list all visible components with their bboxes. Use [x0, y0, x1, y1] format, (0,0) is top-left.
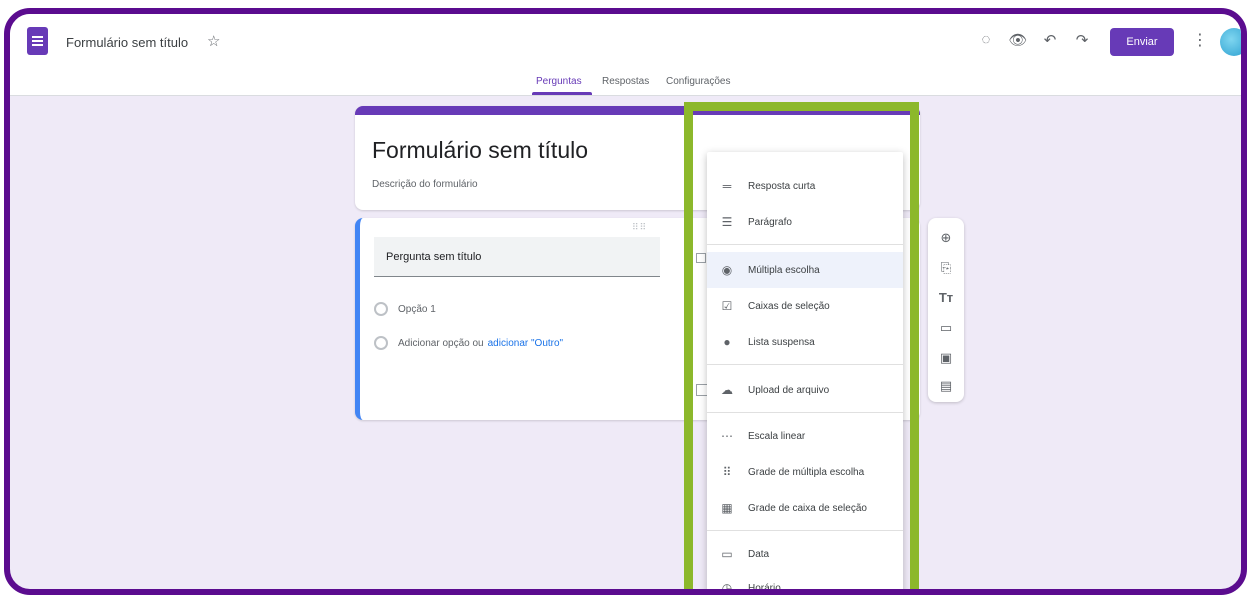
checkbox-grid-icon: ▦: [721, 501, 733, 515]
calendar-icon: ▭: [721, 547, 733, 561]
question-type-menu: ═ Resposta curta ☰ Parágrafo ◉ Múltipla …: [707, 152, 903, 595]
menu-item-data[interactable]: ▭ Data: [707, 536, 903, 572]
cloud-upload-icon: ☁: [721, 383, 733, 397]
redo-icon[interactable]: ↷: [1072, 31, 1092, 49]
menu-item-label: Horário: [748, 582, 781, 594]
menu-item-lista-suspensa[interactable]: ● Lista suspensa: [707, 324, 903, 360]
menu-divider: [707, 364, 903, 365]
menu-item-grade-multipla-escolha[interactable]: ⠿ Grade de múltipla escolha: [707, 454, 903, 490]
menu-item-label: Data: [748, 548, 770, 560]
top-bar: Formulário sem título ☆ ◌ 👁 ↶ ↷ Enviar ⋮…: [10, 14, 1241, 96]
menu-divider: [707, 244, 903, 245]
grid-icon: ⠿: [722, 465, 732, 479]
menu-divider: [707, 530, 903, 531]
menu-item-upload-de-arquivo[interactable]: ☁ Upload de arquivo: [707, 372, 903, 408]
menu-item-resposta-curta[interactable]: ═ Resposta curta: [707, 168, 903, 204]
add-title-icon[interactable]: Tт: [928, 290, 964, 305]
add-image-icon[interactable]: ▭: [928, 320, 964, 336]
radio-icon: [374, 302, 388, 316]
linear-scale-icon: ⋯: [721, 429, 733, 443]
tab-bar: Perguntas Respostas Configurações: [10, 76, 1241, 96]
avatar[interactable]: [1220, 28, 1241, 56]
forms-logo-icon[interactable]: [27, 27, 48, 55]
menu-item-label: Lista suspensa: [748, 336, 815, 348]
add-video-icon[interactable]: ▣: [928, 350, 964, 366]
add-option-row: Adicionar opção ou adicionar "Outro": [374, 336, 563, 350]
menu-item-multipla-escolha[interactable]: ◉ Múltipla escolha: [707, 252, 903, 288]
add-section-icon[interactable]: ▤: [928, 378, 964, 394]
menu-item-grade-caixa-selecao[interactable]: ▦ Grade de caixa de seleção: [707, 490, 903, 526]
import-questions-icon[interactable]: ⎘: [928, 260, 964, 276]
add-other-link[interactable]: adicionar "Outro": [488, 338, 563, 349]
star-outline-icon[interactable]: ☆: [207, 32, 220, 50]
form-description[interactable]: Descrição do formulário: [372, 179, 478, 190]
question-image-icon[interactable]: [696, 253, 706, 263]
menu-item-label: Múltipla escolha: [748, 264, 820, 276]
option-label[interactable]: Opção 1: [398, 304, 436, 315]
menu-item-label: Caixas de seleção: [748, 300, 830, 312]
clock-icon: ◷: [721, 581, 733, 595]
preview-eye-icon[interactable]: 👁: [1008, 31, 1028, 49]
form-title[interactable]: Formulário sem título: [372, 137, 588, 164]
document-title[interactable]: Formulário sem título: [66, 35, 188, 50]
drag-handle-icon[interactable]: ⠿⠿: [632, 222, 647, 233]
side-toolbar: ⊕ ⎘ Tт ▭ ▣ ▤: [928, 218, 964, 402]
menu-item-horario[interactable]: ◷ Horário: [707, 570, 903, 595]
dropdown-icon: ●: [723, 335, 731, 349]
undo-icon[interactable]: ↶: [1040, 31, 1060, 49]
menu-item-escala-linear[interactable]: ⋯ Escala linear: [707, 418, 903, 454]
tab-configuracoes[interactable]: Configurações: [666, 76, 730, 87]
menu-item-label: Parágrafo: [748, 216, 792, 228]
send-button[interactable]: Enviar: [1110, 28, 1174, 56]
menu-item-paragrafo[interactable]: ☰ Parágrafo: [707, 204, 903, 240]
radio-button-icon: ◉: [721, 263, 733, 277]
active-tab-indicator: [532, 92, 592, 95]
paragraph-icon: ☰: [721, 215, 733, 229]
checkbox-icon: ☑: [721, 299, 733, 313]
short-text-icon: ═: [722, 179, 732, 193]
menu-item-label: Escala linear: [748, 430, 806, 442]
menu-item-label: Grade de caixa de seleção: [748, 502, 867, 514]
more-vert-icon[interactable]: ⋮: [1192, 30, 1208, 50]
menu-item-caixas-de-selecao[interactable]: ☑ Caixas de seleção: [707, 288, 903, 324]
question-title-input[interactable]: Pergunta sem título: [374, 237, 660, 277]
palette-icon[interactable]: ◌: [976, 31, 996, 48]
tab-respostas[interactable]: Respostas: [602, 76, 649, 87]
menu-item-label: Resposta curta: [748, 180, 816, 192]
menu-item-label: Grade de múltipla escolha: [748, 466, 865, 478]
option-row: Opção 1: [374, 302, 436, 316]
menu-divider: [707, 412, 903, 413]
window-frame: Formulário sem título ☆ ◌ 👁 ↶ ↷ Enviar ⋮…: [4, 8, 1247, 595]
tab-perguntas[interactable]: Perguntas: [536, 76, 582, 87]
add-question-icon[interactable]: ⊕: [928, 230, 964, 246]
radio-icon: [374, 336, 388, 350]
menu-item-label: Upload de arquivo: [748, 384, 830, 396]
add-option-link[interactable]: Adicionar opção ou: [398, 338, 484, 349]
